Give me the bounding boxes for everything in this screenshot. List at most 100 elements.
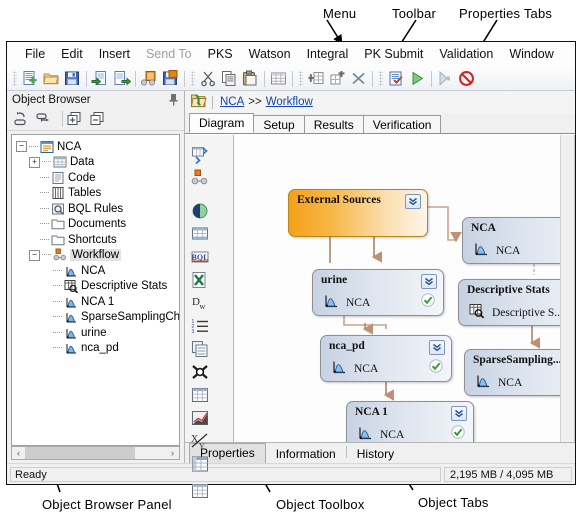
object-tabs: Properties Information History [185,442,575,463]
workflow-node-nca[interactable]: NCA NCA [462,217,574,264]
object-tab-history[interactable]: History [346,445,405,463]
tree-connector [40,238,49,241]
chevron-down-icon[interactable] [405,194,421,209]
collapse-all-icon[interactable] [89,111,107,127]
tree-item-code[interactable]: Code [16,170,179,186]
tree-item-bql-rules[interactable]: BQL Rules [16,201,179,217]
open-project-folder-icon[interactable] [190,92,207,112]
load-object-icon[interactable] [140,69,159,88]
tree-item-nca-pd[interactable]: nca_pd [16,341,179,357]
toolbar-grip[interactable] [13,71,17,86]
annotation-toolbar: Toolbar [392,6,437,21]
chevron-down-icon[interactable] [429,340,445,355]
open-folder-icon[interactable] [42,69,61,88]
xy-plot-icon[interactable]: X Y [189,430,210,451]
node-subtitle-row: NCA [357,425,404,442]
object-browser-hscrollbar[interactable]: ‹ › [11,446,180,460]
run-play-icon[interactable] [408,69,427,88]
new-diagram-icon[interactable] [189,144,210,165]
sort-list-icon[interactable]: 1 2 3 [189,315,210,336]
grid-table-icon[interactable] [269,69,288,88]
excel-export-icon[interactable] [189,269,210,290]
chevron-down-icon[interactable] [451,406,467,421]
chevron-down-icon[interactable] [421,274,437,289]
tab-setup[interactable]: Setup [253,115,305,133]
menu-item-watson[interactable]: Watson [241,45,299,63]
copy-icon[interactable] [220,69,239,88]
menu-item-pks[interactable]: PKS [200,45,241,63]
scroll-thumb[interactable] [25,447,135,459]
tree-item-workflow[interactable]: − Workflow [16,248,179,264]
workflow-node-external-sources[interactable]: External Sources [288,189,428,237]
edit-properties-icon[interactable] [387,69,406,88]
plot-chart-icon[interactable] [189,407,210,428]
paste-icon[interactable] [241,69,260,88]
tree-item-documents[interactable]: Documents [16,217,179,233]
tree-item-nca[interactable]: − NCA [16,139,179,155]
pivot-table-icon[interactable] [189,453,210,474]
canvas-vscrollbar[interactable] [560,135,574,442]
workflow-node-nca-1[interactable]: NCA 1 NCA [346,401,474,442]
bql-icon[interactable]: BQL [189,246,210,267]
insert-column-icon[interactable] [307,69,326,88]
save-disk-icon[interactable] [63,69,82,88]
toolbar-grip-4[interactable] [379,71,383,86]
nonmem-icon[interactable] [189,361,210,382]
insert-row-icon[interactable] [328,69,347,88]
cut-scissors-icon[interactable] [199,69,218,88]
tree-item-nca-1[interactable]: NCA 1 [16,294,179,310]
scroll-left-arrow[interactable]: ‹ [12,448,25,458]
tree-item-descriptive-stats[interactable]: Descriptive Stats [16,279,179,295]
object-tab-information[interactable]: Information [265,445,346,463]
tree-item-sparsesamplingcha[interactable]: SparseSamplingCha [16,310,179,326]
delete-cross-icon[interactable] [349,69,368,88]
tree-expander[interactable]: + [29,156,40,168]
stop-prohibited-icon[interactable] [457,69,476,88]
breadcrumb-root[interactable]: NCA [220,96,244,108]
object-browser-tree[interactable]: − NCA + Data Code Tables BQL Rules Documents Sho… [11,134,180,446]
workflow-node-urine[interactable]: urine NCA [312,269,444,316]
menu-item-integral[interactable]: Integral [299,45,357,63]
workflow-canvas[interactable]: External Sources NCA NCA urine NCA Descriptiv… [234,135,575,442]
expand-all-icon[interactable] [66,111,84,127]
toolbar-grip-2[interactable] [191,71,195,86]
save-object-icon[interactable] [161,69,180,88]
workflow-node-sparse-sampling[interactable]: SparseSampling... NCA [464,349,574,396]
grid-icon[interactable] [189,384,210,405]
tab-diagram[interactable]: Diagram [189,113,255,133]
menu-item-edit[interactable]: Edit [53,45,91,63]
tab-results[interactable]: Results [303,115,364,133]
dw-transform-icon[interactable]: D w [189,292,210,313]
scroll-right-arrow[interactable]: › [166,448,179,458]
menu-item-pk-submit[interactable]: PK Submit [356,45,431,63]
step-run-icon[interactable] [436,69,455,88]
menu-item-file[interactable]: File [17,45,53,63]
tree-item-data[interactable]: + Data [16,155,179,171]
new-document-icon[interactable] [21,69,40,88]
copy-objects-icon[interactable] [189,338,210,359]
workflow-node-nca-pd[interactable]: nca_pd NCA [320,335,452,382]
tree-expander[interactable]: − [29,249,40,261]
phoenix-model-icon[interactable] [189,200,210,221]
tree-expander[interactable]: − [16,141,27,153]
menu-item-validation[interactable]: Validation [431,45,501,63]
object-toolbox: BQL D w 1 2 3 X Y [185,135,234,498]
menu-item-insert[interactable]: Insert [91,45,138,63]
pin-icon[interactable] [168,93,179,109]
data-grid-icon[interactable] [189,480,210,501]
breadcrumb-leaf[interactable]: Workflow [266,96,313,108]
workflow-node-descriptive-stats[interactable]: Descriptive Stats Descriptive S... [458,279,574,326]
export-document-icon[interactable] [112,69,131,88]
tree-item-tables[interactable]: Tables [16,186,179,202]
workflow-object-icon[interactable] [189,167,210,188]
data-wizard-icon[interactable] [189,223,210,244]
tab-verification[interactable]: Verification [362,115,442,133]
import-document-icon[interactable] [91,69,110,88]
tree-item-shortcuts[interactable]: Shortcuts [16,232,179,248]
collapse-to-parent-icon[interactable] [13,111,31,127]
toolbar-grip-3[interactable] [299,71,303,86]
expand-to-child-icon[interactable] [36,111,54,127]
menu-item-window[interactable]: Window [501,45,561,63]
tree-item-urine[interactable]: urine [16,325,179,341]
tree-item-nca[interactable]: NCA [16,263,179,279]
